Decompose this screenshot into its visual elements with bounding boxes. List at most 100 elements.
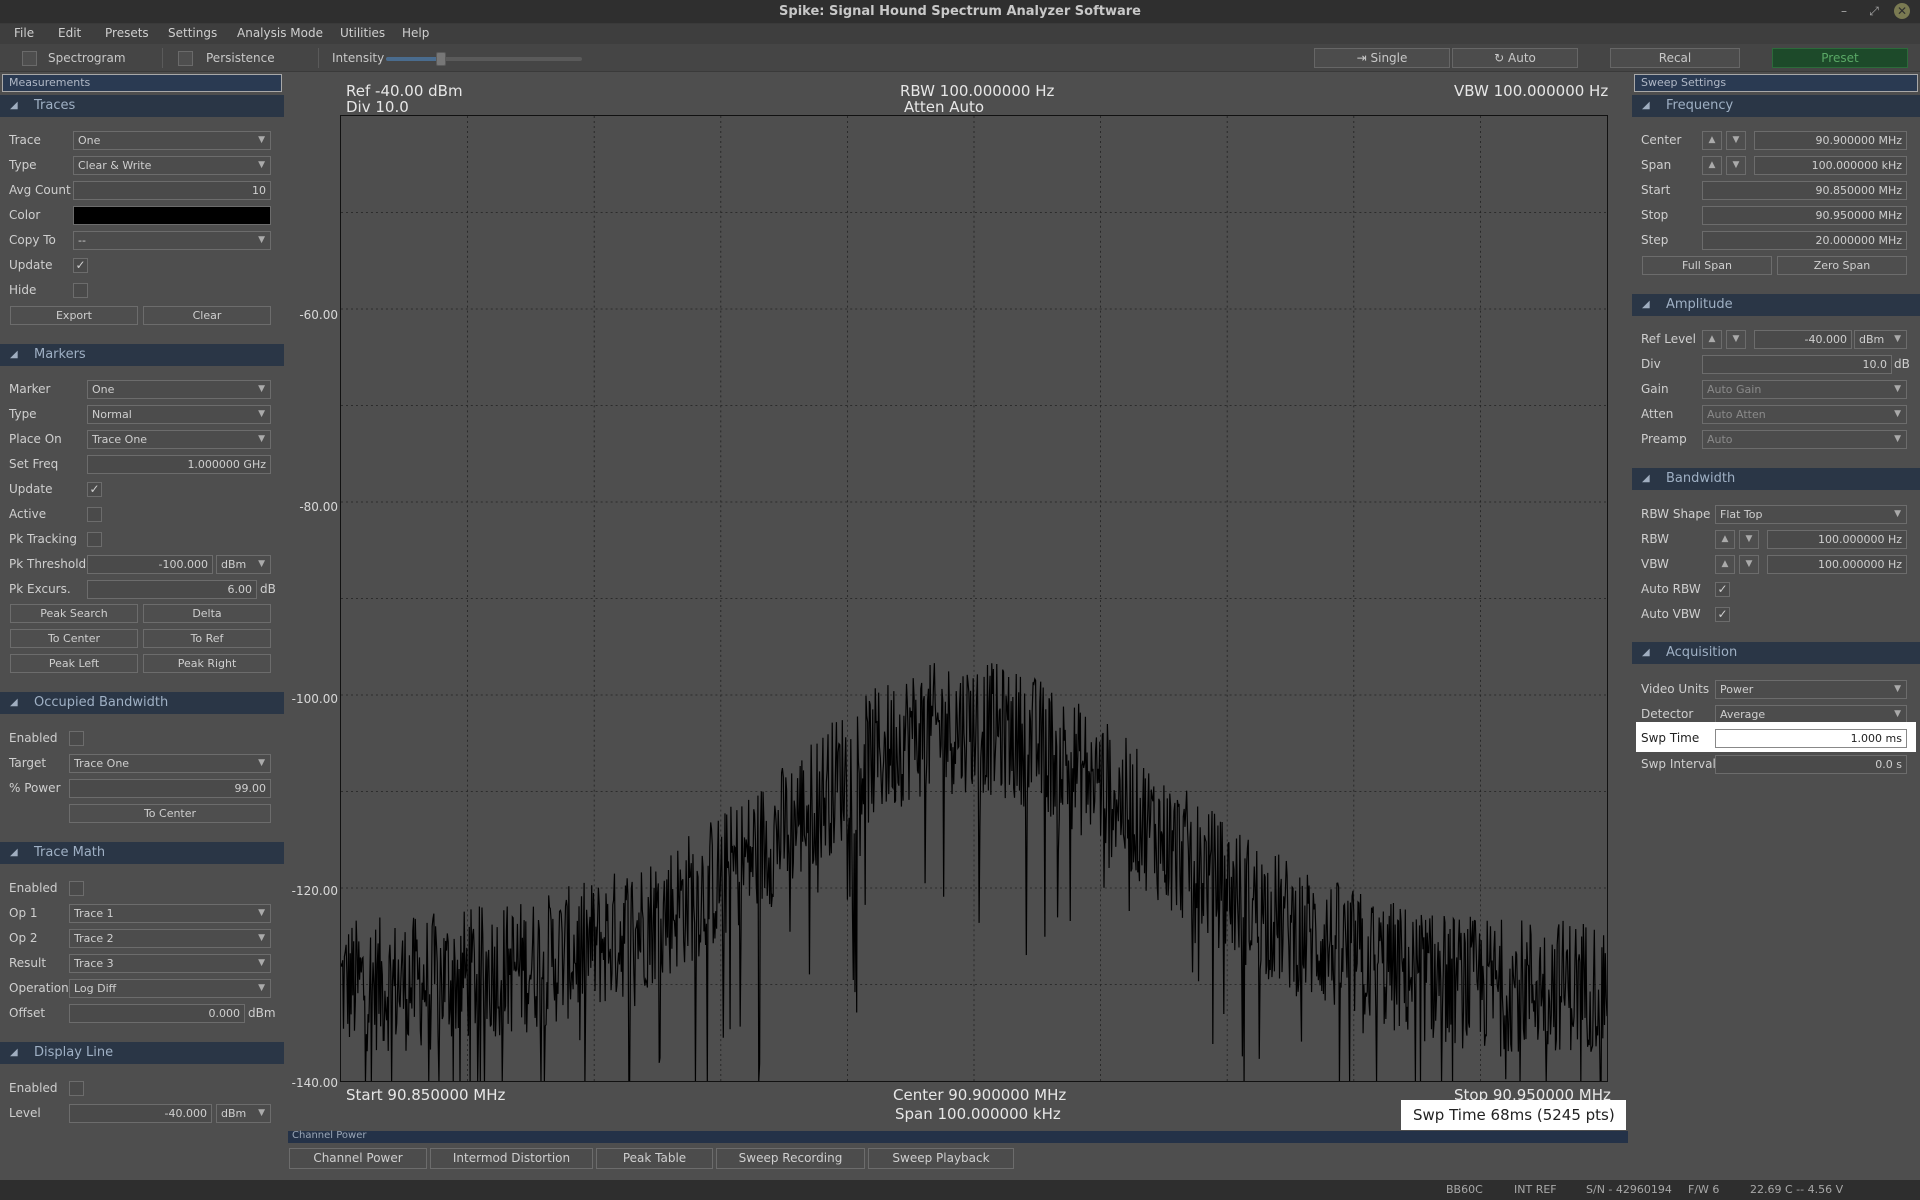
swp-time-input[interactable]: 1.000 ms <box>1715 729 1907 748</box>
offset-input[interactable]: 0.000 <box>69 1004 245 1023</box>
trace-math-section-header[interactable]: ◢ Trace Math <box>0 842 284 864</box>
markers-section-header[interactable]: ◢ Markers <box>0 344 284 366</box>
close-icon[interactable]: ✕ <box>1894 3 1910 19</box>
span-up-button[interactable]: ▲ <box>1702 156 1722 175</box>
tab-sweep-playback[interactable]: Sweep Playback <box>868 1148 1014 1169</box>
single-button[interactable]: ⇥ Single <box>1314 48 1450 68</box>
atten-select[interactable]: Auto Atten ▼ <box>1702 405 1907 424</box>
menu-file[interactable]: File <box>14 26 34 40</box>
pk-tracking-checkbox[interactable] <box>87 532 102 547</box>
menu-analysis-mode[interactable]: Analysis Mode <box>237 26 323 40</box>
spectrum-graph[interactable] <box>340 115 1608 1082</box>
result-select[interactable]: Trace 3 ▼ <box>69 954 271 973</box>
marker-active-checkbox[interactable] <box>87 507 102 522</box>
recal-button[interactable]: Recal <box>1610 48 1740 68</box>
trace-update-checkbox[interactable]: ✓ <box>73 258 88 273</box>
center-down-button[interactable]: ▼ <box>1726 131 1746 150</box>
tab-peak-table[interactable]: Peak Table <box>596 1148 713 1169</box>
trace-type-select[interactable]: Clear & Write ▼ <box>73 156 271 175</box>
peak-left-button[interactable]: Peak Left <box>10 654 138 673</box>
tab-intermod-distortion[interactable]: Intermod Distortion <box>430 1148 593 1169</box>
trace-select[interactable]: One ▼ <box>73 131 271 150</box>
copy-to-select[interactable]: -- ▼ <box>73 231 271 250</box>
marker-to-center-button[interactable]: To Center <box>10 629 138 648</box>
measurements-tab[interactable]: Measurements <box>2 74 282 92</box>
rbw-up-button[interactable]: ▲ <box>1715 530 1735 549</box>
peak-right-button[interactable]: Peak Right <box>143 654 271 673</box>
preamp-select[interactable]: Auto ▼ <box>1702 430 1907 449</box>
obw-enabled-checkbox[interactable] <box>69 731 84 746</box>
menu-utilities[interactable]: Utilities <box>340 26 385 40</box>
rbw-shape-select[interactable]: Flat Top ▼ <box>1715 505 1907 524</box>
display-line-section-header[interactable]: ◢ Display Line <box>0 1042 284 1064</box>
ref-up-button[interactable]: ▲ <box>1702 330 1722 349</box>
pk-excursion-input[interactable]: 6.00 <box>87 580 257 599</box>
pk-threshold-unit-select[interactable]: dBm ▼ <box>216 555 271 574</box>
set-freq-input[interactable]: 1.000000 GHz <box>87 455 271 474</box>
menu-presets[interactable]: Presets <box>105 26 149 40</box>
swp-interval-input[interactable]: 0.0 s <box>1715 755 1907 774</box>
bandwidth-section-header[interactable]: ◢ Bandwidth <box>1632 468 1920 490</box>
menu-settings[interactable]: Settings <box>168 26 217 40</box>
op1-select[interactable]: Trace 1 ▼ <box>69 904 271 923</box>
tab-channel-power[interactable]: Channel Power <box>289 1148 427 1169</box>
video-units-select[interactable]: Power ▼ <box>1715 680 1907 699</box>
step-input[interactable]: 20.000000 MHz <box>1702 231 1907 250</box>
traces-section-header[interactable]: ◢ Traces <box>0 95 284 117</box>
spectrogram-checkbox[interactable] <box>22 51 37 66</box>
persistence-checkbox[interactable] <box>178 51 193 66</box>
span-down-button[interactable]: ▼ <box>1726 156 1746 175</box>
pk-threshold-input[interactable]: -100.000 <box>87 555 213 574</box>
auto-vbw-checkbox[interactable]: ✓ <box>1715 607 1730 622</box>
op2-select[interactable]: Trace 2 ▼ <box>69 929 271 948</box>
menu-edit[interactable]: Edit <box>58 26 81 40</box>
percent-power-input[interactable]: 99.00 <box>69 779 271 798</box>
place-on-select[interactable]: Trace One ▼ <box>87 430 271 449</box>
delta-button[interactable]: Delta <box>143 604 271 623</box>
occupied-bandwidth-section-header[interactable]: ◢ Occupied Bandwidth <box>0 692 284 714</box>
minimize-icon[interactable]: – <box>1836 3 1852 19</box>
sweep-settings-tab[interactable]: Sweep Settings <box>1634 74 1918 92</box>
marker-select[interactable]: One ▼ <box>87 380 271 399</box>
menu-help[interactable]: Help <box>402 26 429 40</box>
gain-select[interactable]: Auto Gain ▼ <box>1702 380 1907 399</box>
intensity-slider-handle[interactable] <box>435 52 446 66</box>
vbw-up-button[interactable]: ▲ <box>1715 555 1735 574</box>
rbw-down-button[interactable]: ▼ <box>1739 530 1759 549</box>
vbw-input[interactable]: 100.000000 Hz <box>1767 555 1907 574</box>
auto-button[interactable]: ↻ Auto <box>1452 48 1578 68</box>
ref-level-input[interactable]: -40.000 <box>1754 330 1852 349</box>
marker-update-checkbox[interactable]: ✓ <box>87 482 102 497</box>
zero-span-button[interactable]: Zero Span <box>1777 256 1907 275</box>
tracemath-enabled-checkbox[interactable] <box>69 881 84 896</box>
ref-down-button[interactable]: ▼ <box>1726 330 1746 349</box>
obw-to-center-button[interactable]: To Center <box>69 804 271 823</box>
operation-select[interactable]: Log Diff ▼ <box>69 979 271 998</box>
amplitude-section-header[interactable]: ◢ Amplitude <box>1632 294 1920 316</box>
full-span-button[interactable]: Full Span <box>1642 256 1772 275</box>
acquisition-section-header[interactable]: ◢ Acquisition <box>1632 642 1920 664</box>
ref-unit-select[interactable]: dBm ▼ <box>1854 330 1907 349</box>
trace-hide-checkbox[interactable] <box>73 283 88 298</box>
marker-type-select[interactable]: Normal ▼ <box>87 405 271 424</box>
peak-search-button[interactable]: Peak Search <box>10 604 138 623</box>
rbw-input[interactable]: 100.000000 Hz <box>1767 530 1907 549</box>
clear-button[interactable]: Clear <box>143 306 271 325</box>
restore-icon[interactable]: ⤢ <box>1866 3 1882 19</box>
obw-target-select[interactable]: Trace One ▼ <box>69 754 271 773</box>
export-button[interactable]: Export <box>10 306 138 325</box>
auto-rbw-checkbox[interactable]: ✓ <box>1715 582 1730 597</box>
start-freq-input[interactable]: 90.850000 MHz <box>1702 181 1907 200</box>
marker-to-ref-button[interactable]: To Ref <box>143 629 271 648</box>
intensity-slider[interactable] <box>386 52 582 66</box>
preset-button[interactable]: Preset <box>1772 48 1908 68</box>
center-up-button[interactable]: ▲ <box>1702 131 1722 150</box>
avg-count-input[interactable]: 10 <box>73 181 271 200</box>
vbw-down-button[interactable]: ▼ <box>1739 555 1759 574</box>
displayline-enabled-checkbox[interactable] <box>69 1081 84 1096</box>
span-input[interactable]: 100.000000 kHz <box>1754 156 1907 175</box>
frequency-section-header[interactable]: ◢ Frequency <box>1632 95 1920 117</box>
trace-color-swatch[interactable] <box>73 206 271 225</box>
tab-sweep-recording[interactable]: Sweep Recording <box>716 1148 865 1169</box>
level-input[interactable]: -40.000 <box>69 1104 212 1123</box>
